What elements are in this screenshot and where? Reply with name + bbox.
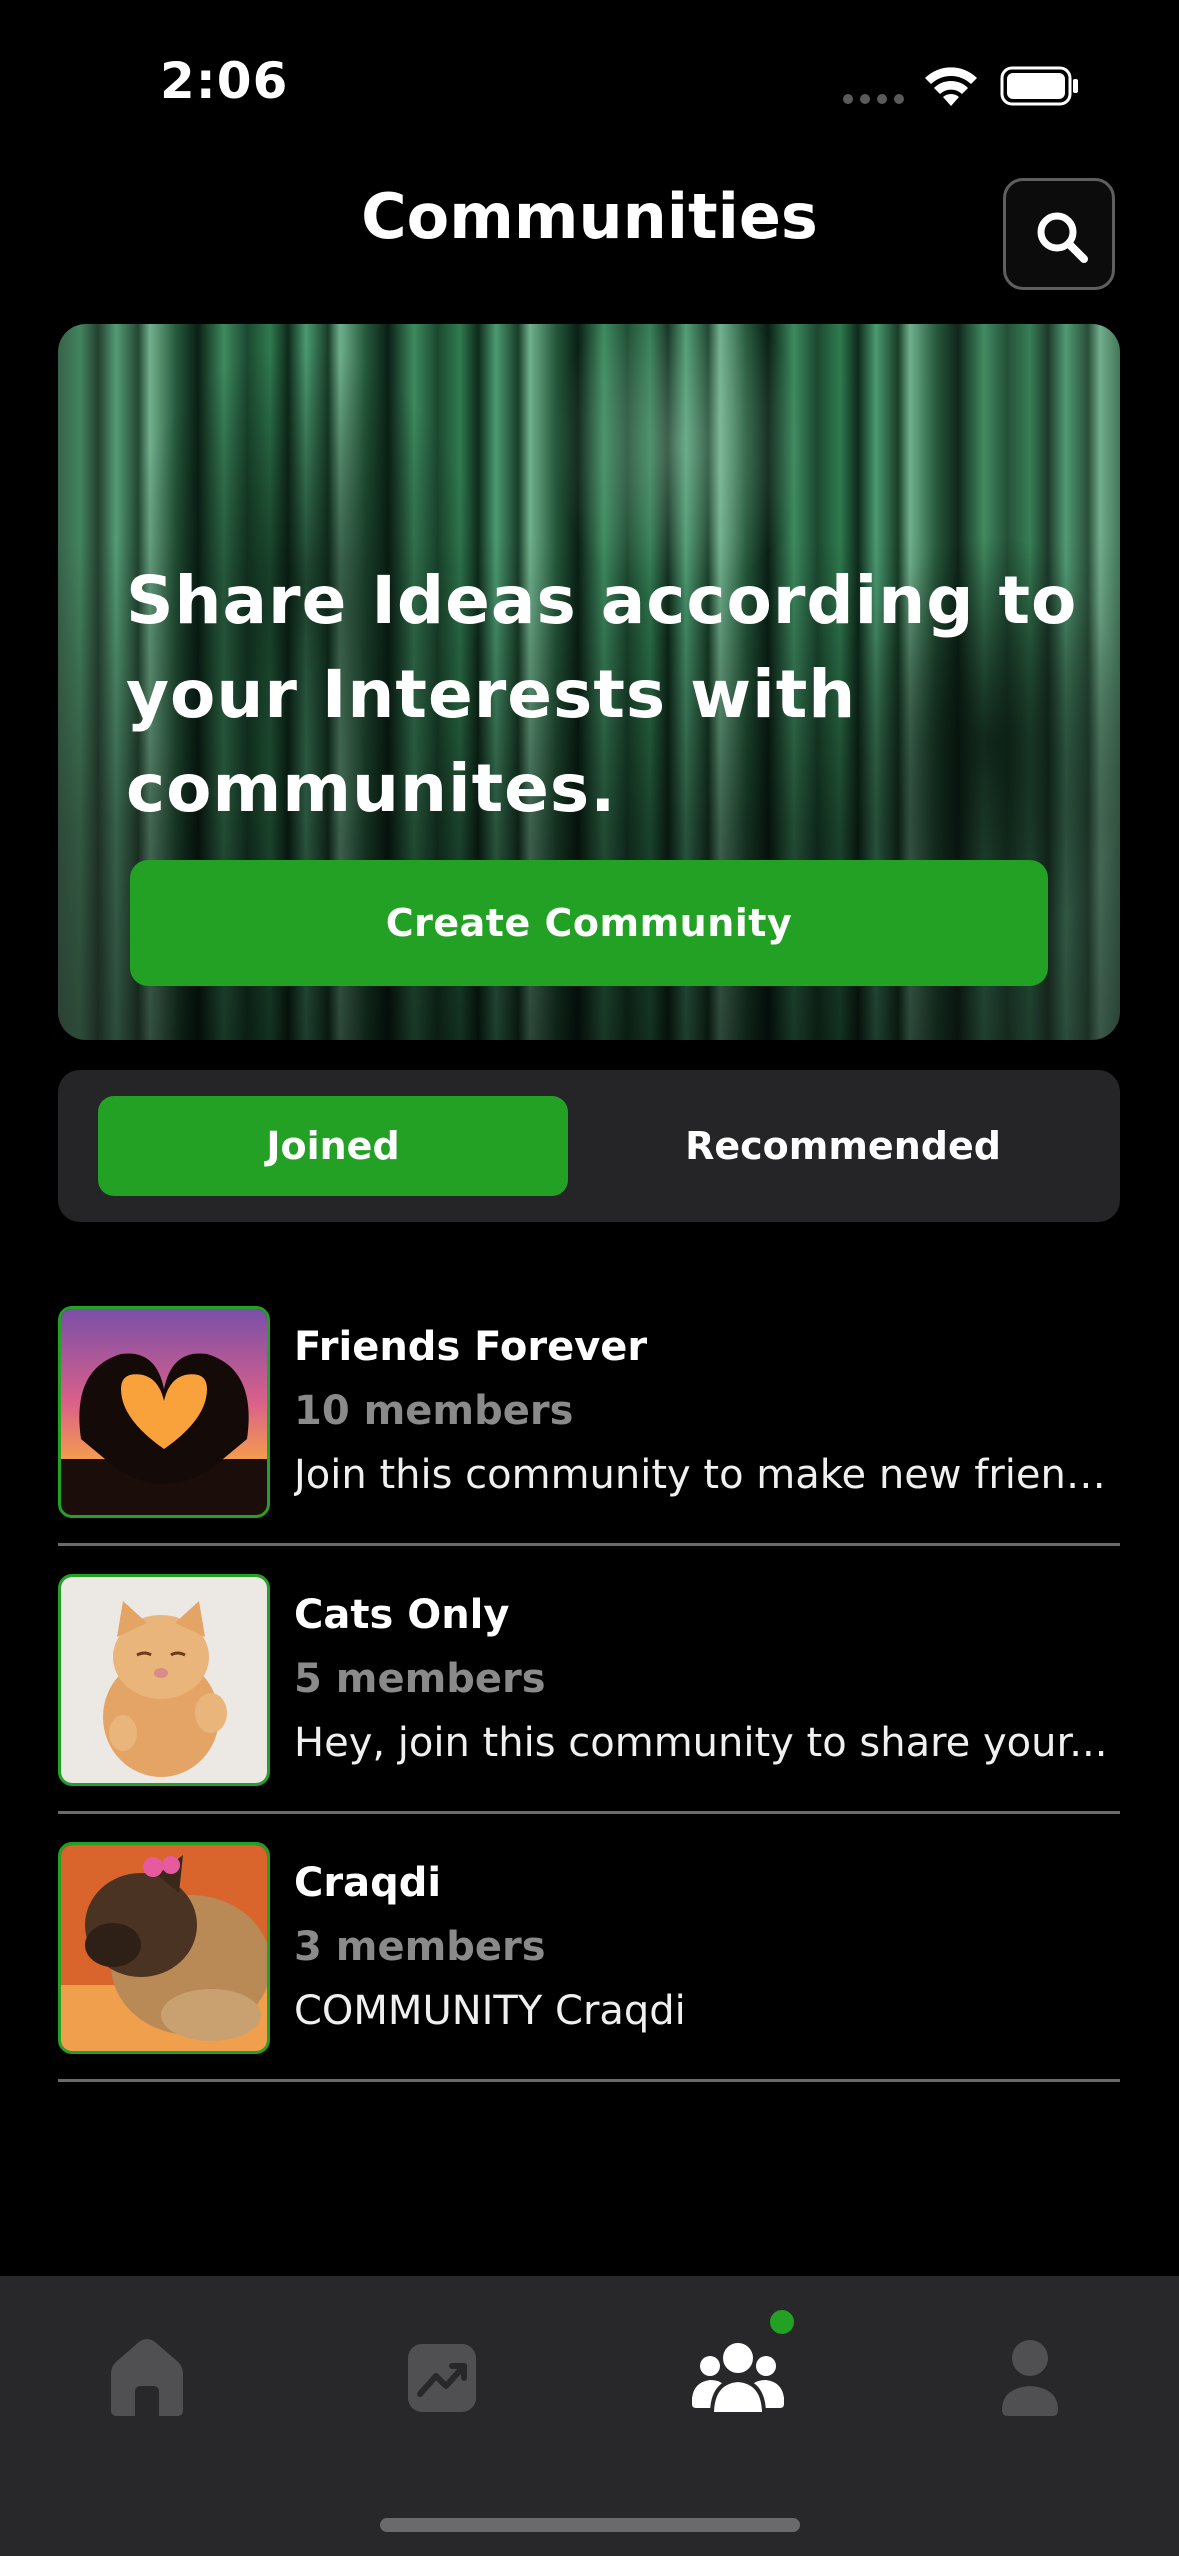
community-description: Hey, join this community to share your..…: [294, 1720, 1108, 1766]
tab-joined[interactable]: Joined: [98, 1096, 568, 1196]
community-name: Cats Only: [294, 1592, 510, 1638]
community-item-cats-only[interactable]: Cats Only 5 members Hey, join this commu…: [58, 1574, 1120, 1814]
community-thumbnail: [58, 1842, 270, 2054]
communities-icon: [692, 2339, 784, 2416]
trending-icon: [408, 2344, 476, 2412]
status-bar: 2:06: [0, 0, 1179, 150]
community-description: Join this community to make new friend..…: [294, 1452, 1114, 1498]
divider: [58, 2079, 1120, 2082]
nav-communities[interactable]: [688, 2326, 788, 2426]
community-item-friends-forever[interactable]: Friends Forever 10 members Join this com…: [58, 1306, 1120, 1546]
nav-profile[interactable]: [980, 2326, 1080, 2426]
community-thumbnail: [58, 1306, 270, 1518]
community-members: 5 members: [294, 1656, 546, 1702]
divider: [58, 1811, 1120, 1814]
community-members: 3 members: [294, 1924, 546, 1970]
battery-icon: [1000, 66, 1080, 106]
notification-dot: [770, 2310, 794, 2334]
divider: [58, 1543, 1120, 1546]
community-tabs: Joined Recommended: [58, 1070, 1120, 1222]
search-button[interactable]: [1003, 178, 1115, 290]
cellular-signal-icon: [843, 94, 905, 104]
community-thumbnail: [58, 1574, 270, 1786]
hero-banner: Share Ideas according to your Interests …: [58, 324, 1120, 1040]
nav-home[interactable]: [97, 2326, 197, 2426]
nav-trending[interactable]: [392, 2326, 492, 2426]
tab-recommended[interactable]: Recommended: [598, 1096, 1088, 1196]
home-icon: [111, 2339, 183, 2416]
search-icon: [1037, 212, 1088, 263]
profile-icon: [1002, 2340, 1058, 2416]
community-members: 10 members: [294, 1388, 574, 1434]
community-name: Craqdi: [294, 1860, 442, 1906]
hero-heading: Share Ideas according to your Interests …: [126, 562, 1078, 827]
community-description: COMMUNITY Craqdi: [294, 1988, 686, 2034]
wifi-icon: [922, 62, 980, 108]
community-name: Friends Forever: [294, 1324, 648, 1370]
status-time: 2:06: [160, 52, 289, 110]
create-community-button[interactable]: Create Community: [130, 860, 1048, 986]
home-indicator: [380, 2518, 800, 2532]
bottom-navigation: [0, 2276, 1179, 2556]
community-item-craqdi[interactable]: Craqdi 3 members COMMUNITY Craqdi: [58, 1842, 1120, 2082]
